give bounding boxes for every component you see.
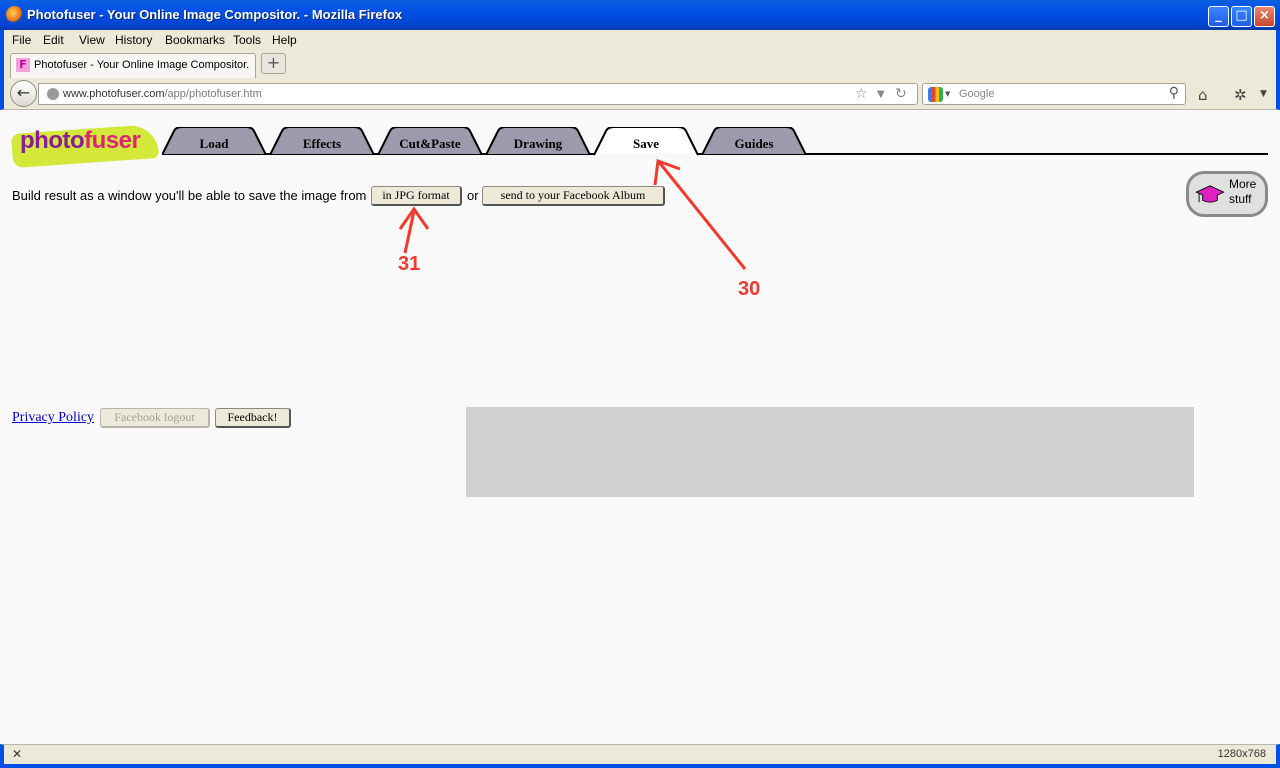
search-icon[interactable]: ⚲ [1169,85,1179,101]
window-titlebar: Photofuser - Your Online Image Composito… [0,0,1280,30]
home-icon[interactable]: ⌂ [1198,86,1208,104]
close-window-button[interactable]: × [1254,6,1275,27]
address-bar[interactable]: www.photofuser.com/app/photofuser.htm ☆ … [38,83,918,105]
annotation-31: 31 [398,253,421,275]
address-url: www.photofuser.com/app/photofuser.htm [63,88,262,100]
browser-tab[interactable]: F Photofuser - Your Online Image Composi… [10,53,256,78]
close-status-icon[interactable]: ✕ [12,747,22,761]
search-engine-dropdown-icon[interactable]: ▼ [945,90,950,98]
annotation-arrows [398,158,747,270]
menu-bar: File Edit View History Bookmarks Tools H… [0,30,1280,50]
page-content: photofuser Load Effects Cut&Paste Drawin… [4,111,1276,744]
navigation-bar: ← www.photofuser.com/app/photofuser.htm … [0,78,1280,110]
menu-history[interactable]: History [115,33,152,47]
status-bar: ✕ 1280x768 [0,744,1280,768]
menu-edit[interactable]: Edit [43,33,64,47]
menu-tools[interactable]: Tools [233,33,261,47]
search-placeholder: Google [959,88,995,100]
google-icon [928,87,943,102]
globe-icon [47,88,59,100]
window-title: Photofuser - Your Online Image Composito… [27,7,403,22]
search-box[interactable]: ▼ Google ⚲ [922,83,1186,105]
arrow-30-line [657,161,747,270]
status-resolution: 1280x768 [1217,748,1266,760]
menu-help[interactable]: Help [272,33,297,47]
browser-tab-label: Photofuser - Your Online Image Composito… [34,59,250,71]
menu-dropdown-icon[interactable]: ▼ [1260,89,1267,99]
menu-file[interactable]: File [12,33,31,47]
history-dropdown-icon[interactable]: ▼ [877,89,885,100]
extension-icon[interactable]: ✲ [1234,86,1247,104]
firefox-icon [6,6,23,23]
annotation-30: 30 [738,278,761,300]
back-arrow-icon[interactable]: ← [10,80,37,107]
bookmark-star-icon[interactable]: ☆ [855,86,868,102]
reload-icon[interactable]: ↻ [895,86,907,102]
menu-view[interactable]: View [79,33,105,47]
minimize-button[interactable]: _ [1208,6,1229,27]
browser-tab-bar: F Photofuser - Your Online Image Composi… [0,50,1280,78]
new-tab-button[interactable]: + [261,53,286,74]
maximize-button[interactable]: □ [1231,6,1252,27]
menu-bookmarks[interactable]: Bookmarks [165,33,225,47]
photofuser-favicon: F [16,58,30,72]
